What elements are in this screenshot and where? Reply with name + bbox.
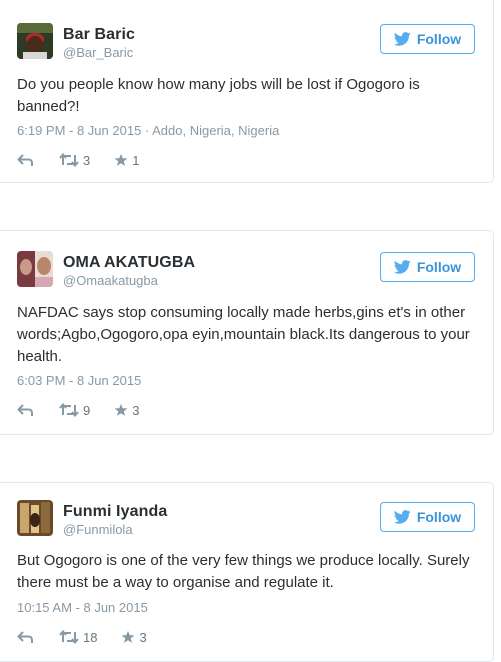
tweet-card: Funmi Iyanda @Funmilola Follow But Ogogo… xyxy=(0,482,494,662)
retweet-button[interactable]: 3 xyxy=(59,153,90,168)
tweet-text: NAFDAC says stop consuming locally made … xyxy=(17,304,470,365)
favorite-count: 3 xyxy=(132,402,140,418)
tweet-card: Bar Baric @Bar_Baric Follow Do you peopl… xyxy=(0,0,494,183)
reply-button[interactable] xyxy=(17,630,35,644)
retweet-count: 3 xyxy=(83,152,91,168)
star-icon xyxy=(114,403,128,416)
favorite-button[interactable]: 1 xyxy=(114,153,139,168)
follow-button[interactable]: Follow xyxy=(380,252,475,282)
avatar[interactable] xyxy=(17,500,53,536)
reply-icon xyxy=(17,154,33,166)
twitter-bird-icon xyxy=(393,32,411,46)
star-icon xyxy=(114,153,128,166)
user-handle[interactable]: @Omaakatugba xyxy=(63,273,158,288)
display-name[interactable]: OMA AKATUGBA xyxy=(63,254,195,272)
tweet-timestamp[interactable]: 10:15 AM - 8 Jun 2015 xyxy=(17,600,148,615)
tweet-actions: 9 3 xyxy=(17,401,163,419)
user-handle[interactable]: @Bar_Baric xyxy=(63,45,133,60)
star-icon xyxy=(122,630,135,643)
tweet-timestamp[interactable]: 6:19 PM - 8 Jun 2015 · Addo, Nigeria, Ni… xyxy=(17,123,279,138)
display-name[interactable]: Funmi Iyanda xyxy=(63,503,167,521)
favorite-count: 1 xyxy=(132,152,140,168)
favorite-button[interactable]: 3 xyxy=(114,403,139,418)
reply-button[interactable] xyxy=(17,403,35,417)
tweet-actions: 18 3 xyxy=(17,628,171,646)
twitter-bird-icon xyxy=(393,510,411,524)
tweet-card: OMA AKATUGBA @Omaakatugba Follow NAFDAC … xyxy=(0,230,494,435)
reply-icon xyxy=(17,404,33,416)
follow-label: Follow xyxy=(416,509,462,525)
twitter-bird-icon xyxy=(393,260,411,274)
follow-button[interactable]: Follow xyxy=(380,502,475,532)
follow-button[interactable]: Follow xyxy=(380,24,475,54)
tweet-text: But Ogogoro is one of the very few thing… xyxy=(17,552,470,591)
retweet-button[interactable]: 18 xyxy=(59,630,97,645)
retweet-icon xyxy=(59,403,79,417)
tweet-text: Do you people know how many jobs will be… xyxy=(17,76,420,115)
favorite-button[interactable]: 3 xyxy=(121,629,147,645)
avatar[interactable] xyxy=(17,23,53,59)
retweet-icon xyxy=(59,630,79,644)
reply-button[interactable] xyxy=(17,153,35,167)
display-name[interactable]: Bar Baric xyxy=(63,26,135,44)
user-handle[interactable]: @Funmilola xyxy=(63,522,133,537)
avatar[interactable] xyxy=(17,251,53,287)
retweet-count: 18 xyxy=(83,629,98,645)
retweet-count: 9 xyxy=(83,402,91,418)
retweet-button[interactable]: 9 xyxy=(59,403,90,418)
follow-label: Follow xyxy=(416,31,462,47)
tweet-timestamp[interactable]: 6:03 PM - 8 Jun 2015 xyxy=(17,373,141,388)
favorite-count: 3 xyxy=(139,629,147,645)
follow-label: Follow xyxy=(416,259,462,275)
tweet-actions: 3 1 xyxy=(17,151,163,169)
reply-icon xyxy=(17,631,33,643)
retweet-icon xyxy=(59,153,79,167)
